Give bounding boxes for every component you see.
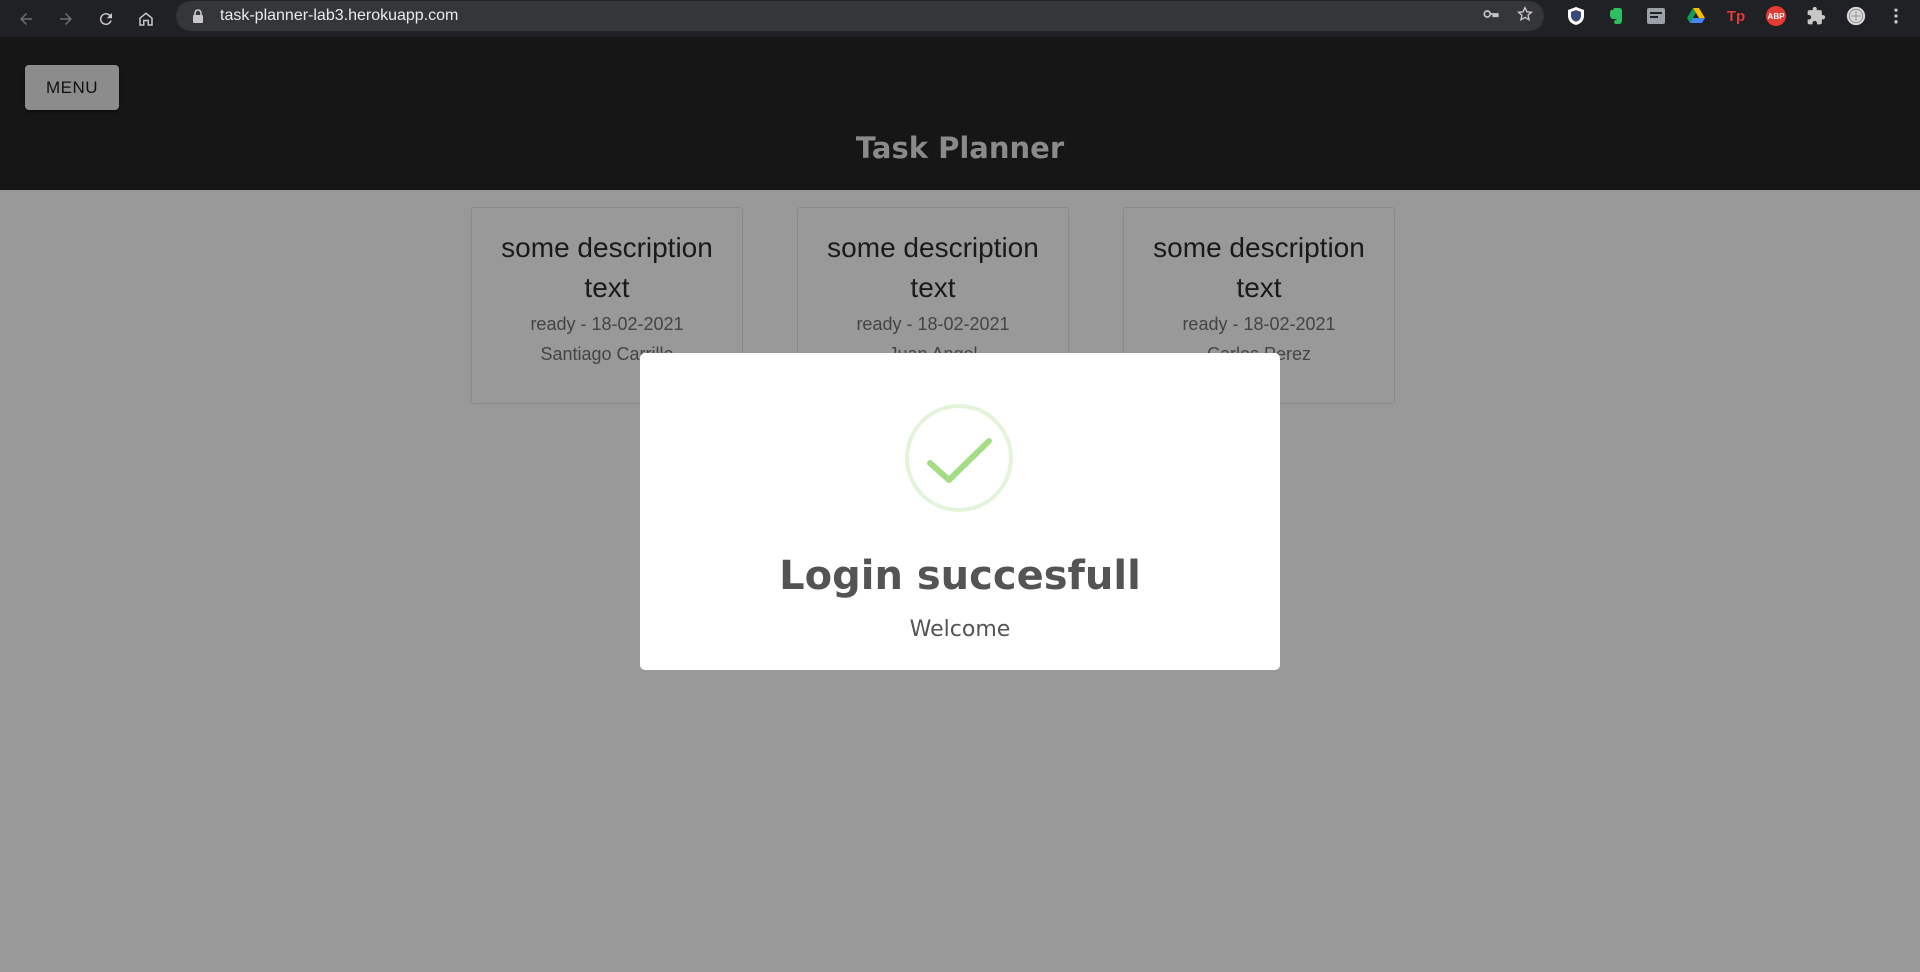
home-button[interactable] [126, 3, 166, 35]
url-text: task-planner-lab3.herokuapp.com [220, 7, 459, 24]
task-description: some description text [501, 232, 713, 303]
dialog-text: Welcome [909, 617, 1011, 642]
reader-icon [1647, 8, 1665, 24]
back-button[interactable] [6, 3, 46, 35]
reload-icon [99, 12, 112, 25]
home-icon [139, 11, 153, 26]
page-title: Task Planner [855, 131, 1065, 165]
app-header: MENU Task Planner [0, 37, 1920, 190]
task-status: ready - 18-02-2021 [856, 314, 1010, 334]
address-bar[interactable]: task-planner-lab3.herokuapp.com [176, 1, 1544, 31]
google-drive-icon [1687, 8, 1705, 23]
menu-button[interactable]: MENU [25, 65, 119, 110]
browser-toolbar: task-planner-lab3.herokuapp.com Tp ABP [0, 0, 1920, 37]
puzzle-icon [1807, 6, 1826, 25]
success-check-icon [905, 404, 1013, 512]
lock-icon [190, 8, 206, 24]
task-description: some description text [1153, 232, 1365, 303]
task-description: some description text [827, 232, 1039, 303]
bookmark-star-icon[interactable] [1516, 5, 1534, 28]
key-icon[interactable] [1482, 5, 1500, 28]
kebab-menu-icon [1894, 8, 1898, 24]
shield-icon [1568, 7, 1584, 25]
dialog-title: Login succesfull [779, 553, 1141, 599]
evernote-icon [1610, 8, 1622, 24]
arrow-left-icon [20, 12, 32, 25]
reader-extension[interactable] [1636, 0, 1676, 32]
login-success-dialog: Login succesfull Welcome [640, 353, 1280, 670]
adblock-plus-extension[interactable]: ABP [1756, 0, 1796, 32]
avatar-icon [1846, 6, 1866, 26]
shield-extension[interactable] [1556, 0, 1596, 32]
task-status: ready - 18-02-2021 [1182, 314, 1336, 334]
google-drive-extension[interactable] [1676, 0, 1716, 32]
evernote-extension[interactable] [1596, 0, 1636, 32]
extensions-puzzle-button[interactable] [1796, 0, 1836, 32]
arrow-right-icon [60, 12, 72, 25]
extensions-bar: Tp ABP [1556, 0, 1916, 32]
task-status: ready - 18-02-2021 [530, 314, 684, 334]
chrome-menu-button[interactable] [1876, 0, 1916, 32]
tp-extension[interactable]: Tp [1716, 0, 1756, 32]
forward-button[interactable] [46, 3, 86, 35]
reload-button[interactable] [86, 3, 126, 35]
profile-avatar[interactable] [1836, 0, 1876, 32]
